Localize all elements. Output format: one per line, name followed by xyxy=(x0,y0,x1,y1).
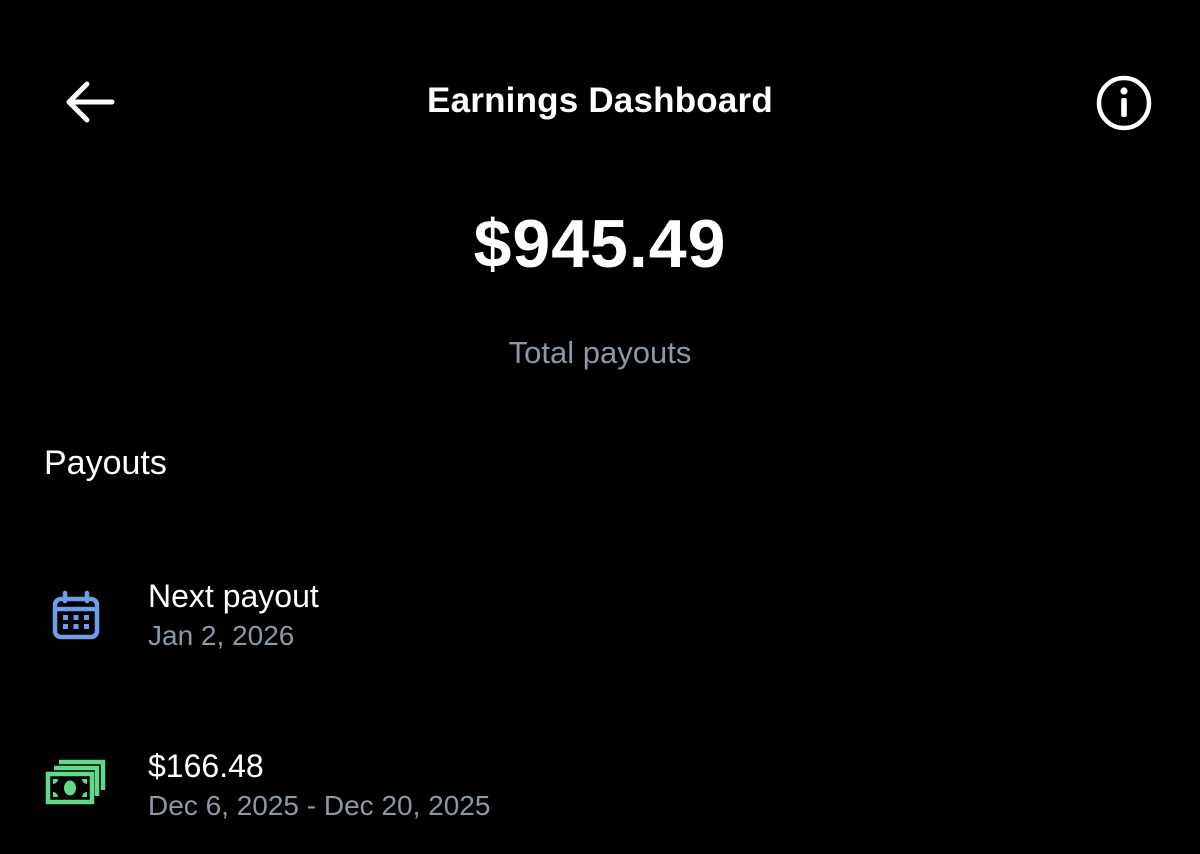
cash-icon xyxy=(40,746,112,818)
top-app-bar: Earnings Dashboard xyxy=(0,0,1200,200)
next-payout-row[interactable]: Next payout Jan 2, 2026 xyxy=(0,560,1200,670)
payouts-section-title: Payouts xyxy=(44,444,167,482)
calendar-icon xyxy=(40,580,112,652)
payout-history-row[interactable]: $166.48 Dec 6, 2025 - Dec 20, 2025 xyxy=(0,730,1200,840)
next-payout-label: Next payout xyxy=(148,578,319,614)
payout-amount: $166.48 xyxy=(148,748,264,784)
payout-date-range: Dec 6, 2025 - Dec 20, 2025 xyxy=(148,790,491,821)
next-payout-date: Jan 2, 2026 xyxy=(148,620,295,651)
total-payouts-amount: $945.49 xyxy=(473,206,727,282)
info-button[interactable] xyxy=(1092,75,1156,131)
total-payouts-label: Total payouts xyxy=(508,335,692,370)
info-circle-icon xyxy=(1096,75,1152,131)
page-title: Earnings Dashboard xyxy=(427,81,773,120)
